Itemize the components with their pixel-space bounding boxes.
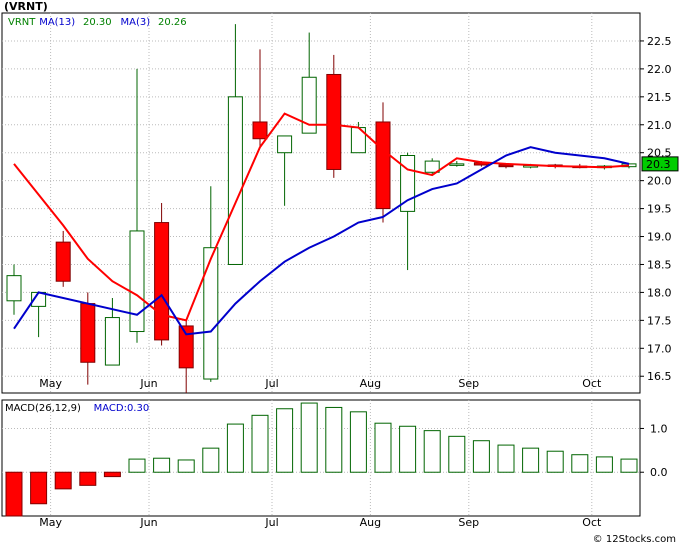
macd-tick-label: 0.0 — [650, 466, 668, 479]
price-date-label: Jul — [264, 377, 278, 390]
macd-date-label: Jul — [264, 516, 278, 529]
candle-body — [277, 135, 293, 154]
price-tick-label: 21.5 — [647, 91, 672, 104]
price-tick-label: 22.0 — [647, 63, 672, 76]
price-legend-item: 20.26 — [158, 17, 187, 28]
macd-bar — [472, 440, 490, 473]
macd-bar — [399, 425, 417, 473]
macd-legend-item: MACD(26,12,9) — [5, 403, 81, 414]
macd-bar — [30, 471, 48, 505]
price-date-label: Sep — [458, 377, 479, 390]
candle-body — [227, 96, 243, 265]
macd-bar — [177, 459, 195, 473]
candle-body — [449, 163, 465, 166]
price-date-label: Jun — [139, 377, 157, 390]
price-tick-label: 17.0 — [647, 342, 672, 355]
candle-body — [55, 241, 71, 282]
candle-body — [80, 303, 96, 363]
macd-bar — [202, 447, 220, 473]
macd-bar — [571, 454, 589, 473]
candle-body — [6, 275, 22, 302]
macd-date-label: Sep — [458, 516, 479, 529]
macd-bar — [325, 406, 343, 473]
price-panel: 16.517.017.518.018.519.019.520.020.521.0… — [1, 12, 679, 394]
price-tick-label: 16.5 — [647, 370, 672, 383]
macd-bar — [448, 435, 466, 473]
macd-bar — [276, 408, 294, 473]
macd-bar — [226, 423, 244, 473]
macd-bar — [103, 471, 121, 478]
price-tick-label: 17.5 — [647, 314, 672, 327]
candle-body — [252, 121, 268, 140]
price-date-label: Oct — [582, 377, 602, 390]
macd-bar — [497, 444, 515, 473]
macd-bar — [546, 450, 564, 473]
price-tick-label: 20.0 — [647, 175, 672, 188]
candle-body — [375, 121, 391, 210]
macd-bar — [423, 430, 441, 473]
macd-bar — [522, 447, 540, 473]
macd-date-label: Jun — [139, 516, 157, 529]
price-tick-label: 21.0 — [647, 119, 672, 132]
macd-date-label: Oct — [582, 516, 602, 529]
price-tick-label: 19.0 — [647, 231, 672, 244]
macd-date-label: Aug — [360, 516, 381, 529]
candle-body — [326, 73, 342, 170]
candle-body — [498, 164, 514, 168]
stock-chart: 16.517.017.518.018.519.019.520.020.521.0… — [1, 12, 679, 545]
candle-body — [154, 222, 170, 341]
macd-panel: 1.0 0.0 May Jun Jul Aug Sep Oct MACD(26,12,9) MAC… — [1, 399, 668, 529]
price-frame — [1, 12, 641, 394]
macd-bar — [54, 471, 72, 490]
price-legend-item: 20.30 — [83, 17, 112, 28]
price-legend-item: MA(13) — [39, 17, 75, 28]
macd-bar — [5, 471, 23, 517]
credit-text: © 12Stocks.com — [593, 534, 676, 545]
macd-bar — [251, 414, 269, 473]
macd-bar — [153, 457, 171, 473]
macd-bar — [374, 422, 392, 473]
macd-date-label: May — [39, 516, 62, 529]
macd-frame — [1, 399, 641, 517]
price-tick-label: 22.5 — [647, 35, 672, 48]
price-date-label: Aug — [360, 377, 381, 390]
price-date-label: May — [39, 377, 62, 390]
macd-bar — [79, 471, 97, 486]
candle-body — [104, 317, 120, 366]
price-tick-label: 18.0 — [647, 286, 672, 299]
price-legend-item: MA(3) — [121, 17, 151, 28]
price-tick-label: 19.5 — [647, 203, 672, 216]
candle-body — [203, 247, 219, 380]
macd-bar — [128, 458, 146, 473]
macd-bar — [620, 458, 638, 473]
price-tick-label: 18.5 — [647, 258, 672, 271]
candle-body — [178, 325, 194, 369]
macd-bar — [300, 402, 318, 473]
price-legend-item: VRNT — [8, 17, 36, 28]
candle-body — [129, 230, 145, 333]
macd-bar — [349, 411, 367, 473]
macd-bar — [595, 456, 613, 473]
macd-tick-label: 1.0 — [650, 422, 668, 435]
macd-legend-item: MACD:0.30 — [94, 403, 150, 414]
last-price-label: 20.3 — [646, 158, 671, 171]
